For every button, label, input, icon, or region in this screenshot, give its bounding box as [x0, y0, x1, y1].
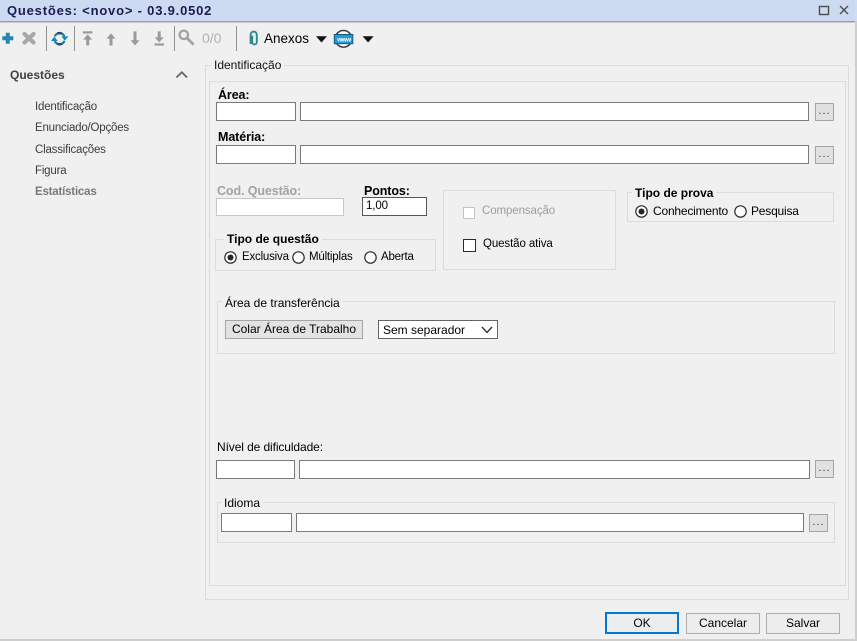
svg-text:Anexos: Anexos [264, 31, 309, 46]
svg-text:www: www [336, 37, 352, 44]
svg-text:0/0: 0/0 [202, 30, 222, 46]
